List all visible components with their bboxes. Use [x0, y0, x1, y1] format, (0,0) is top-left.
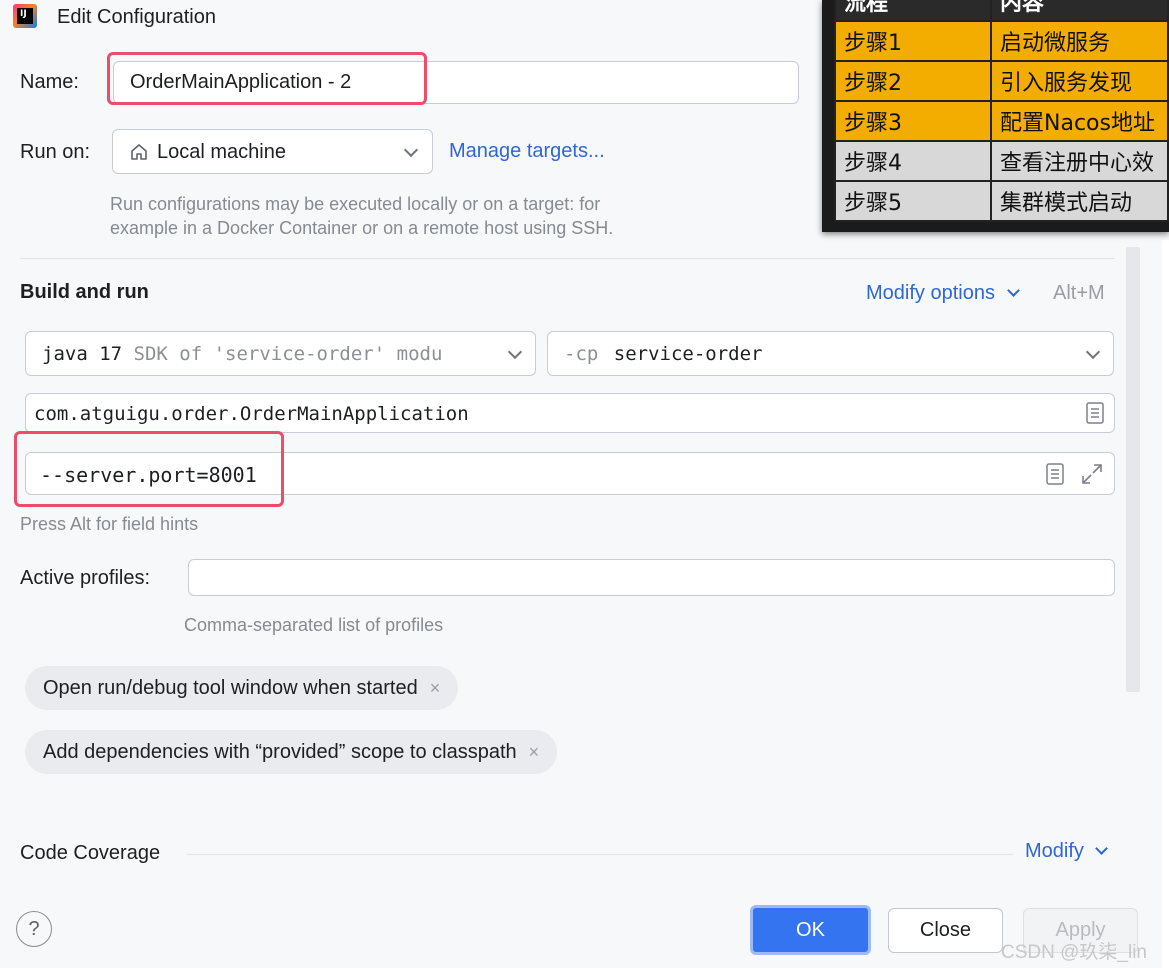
table-header: 内容 — [990, 0, 1169, 22]
option-chip-label: Open run/debug tool window when started — [43, 677, 418, 699]
table-cell-step: 步骤4 — [834, 140, 992, 182]
background-window-edge — [1162, 240, 1169, 968]
jdk-version: java 17 — [42, 343, 123, 365]
run-on-hint-line2: example in a Docker Container or on a re… — [110, 218, 614, 238]
jdk-detail: SDK of 'service-order' modu — [133, 343, 443, 365]
ok-button[interactable]: OK — [750, 905, 871, 955]
help-button[interactable]: ? — [16, 911, 52, 947]
option-chip-provided-scope[interactable]: Add dependencies with “provided” scope t… — [25, 730, 558, 774]
modify-options-label: Modify options — [866, 282, 995, 304]
table-header: 流程 — [834, 0, 992, 22]
home-icon — [131, 144, 147, 160]
name-label: Name: — [20, 71, 79, 93]
active-profiles-input[interactable] — [188, 559, 1115, 596]
close-icon[interactable]: × — [430, 678, 441, 698]
classpath-value: service-order — [613, 343, 763, 365]
close-icon[interactable]: × — [529, 742, 540, 762]
expand-icon[interactable] — [1080, 462, 1104, 486]
code-coverage-heading: Code Coverage — [20, 842, 161, 864]
manage-targets-link[interactable]: Manage targets... — [449, 140, 605, 163]
table-cell-step: 步骤1 — [834, 20, 992, 62]
table-cell-content: 配置Nacos地址 — [990, 100, 1169, 142]
run-on-value: Local machine — [157, 141, 286, 163]
table-cell-step: 步骤3 — [834, 100, 992, 142]
classpath-flag: -cp — [564, 343, 599, 365]
browse-document-icon[interactable] — [1085, 402, 1105, 424]
modify-options-shortcut: Alt+M — [1053, 282, 1105, 304]
window-title: Edit Configuration — [57, 6, 216, 28]
chevron-down-icon — [1095, 842, 1109, 855]
run-on-label: Run on: — [20, 141, 91, 163]
chevron-down-icon — [1006, 284, 1020, 297]
document-icon[interactable] — [1045, 463, 1065, 485]
field-hint-text: Press Alt for field hints — [20, 514, 199, 534]
chevron-down-icon — [403, 142, 419, 158]
table-cell-step: 步骤2 — [834, 60, 992, 102]
close-button[interactable]: Close — [888, 908, 1003, 953]
main-class-field[interactable]: com.atguigu.order.OrderMainApplication — [25, 393, 1115, 433]
run-on-dropdown[interactable]: Local machine — [112, 129, 433, 174]
overlay-steps-table: 流程 内容 步骤1 启动微服务 步骤2 引入服务发现 步骤3 配置Nacos地址… — [822, 0, 1169, 232]
separator — [20, 258, 1115, 259]
coverage-modify-link[interactable]: Modify — [1025, 840, 1109, 863]
coverage-modify-label: Modify — [1025, 840, 1084, 862]
option-chip-open-tool-window[interactable]: Open run/debug tool window when started × — [25, 666, 459, 710]
jdk-dropdown[interactable]: java 17 SDK of 'service-order' modu — [25, 331, 536, 376]
separator — [186, 854, 1014, 855]
run-on-hint-line1: Run configurations may be executed local… — [110, 194, 601, 214]
watermark: CSDN @玖柒_lin — [1001, 942, 1147, 963]
intellij-app-icon: IJ — [13, 4, 37, 28]
scrollbar-thumb[interactable] — [1126, 247, 1140, 692]
option-chip-label: Add dependencies with “provided” scope t… — [43, 741, 517, 763]
highlight-args-box — [14, 431, 284, 507]
chevron-down-icon — [1085, 344, 1101, 360]
build-and-run-heading: Build and run — [20, 281, 149, 303]
table-cell-content: 引入服务发现 — [990, 60, 1169, 102]
table-cell-content: 查看注册中心效 — [990, 140, 1169, 182]
active-profiles-hint: Comma-separated list of profiles — [184, 615, 444, 635]
table-cell-content: 启动微服务 — [990, 20, 1169, 62]
table-cell-step: 步骤5 — [834, 180, 992, 222]
active-profiles-label: Active profiles: — [20, 567, 151, 589]
modify-options-link[interactable]: Modify options — [866, 282, 1020, 305]
highlight-name-box — [107, 52, 427, 105]
classpath-dropdown[interactable]: -cp service-order — [547, 331, 1114, 376]
table-cell-content: 集群模式启动 — [990, 180, 1169, 222]
main-class-value: com.atguigu.order.OrderMainApplication — [34, 403, 469, 425]
